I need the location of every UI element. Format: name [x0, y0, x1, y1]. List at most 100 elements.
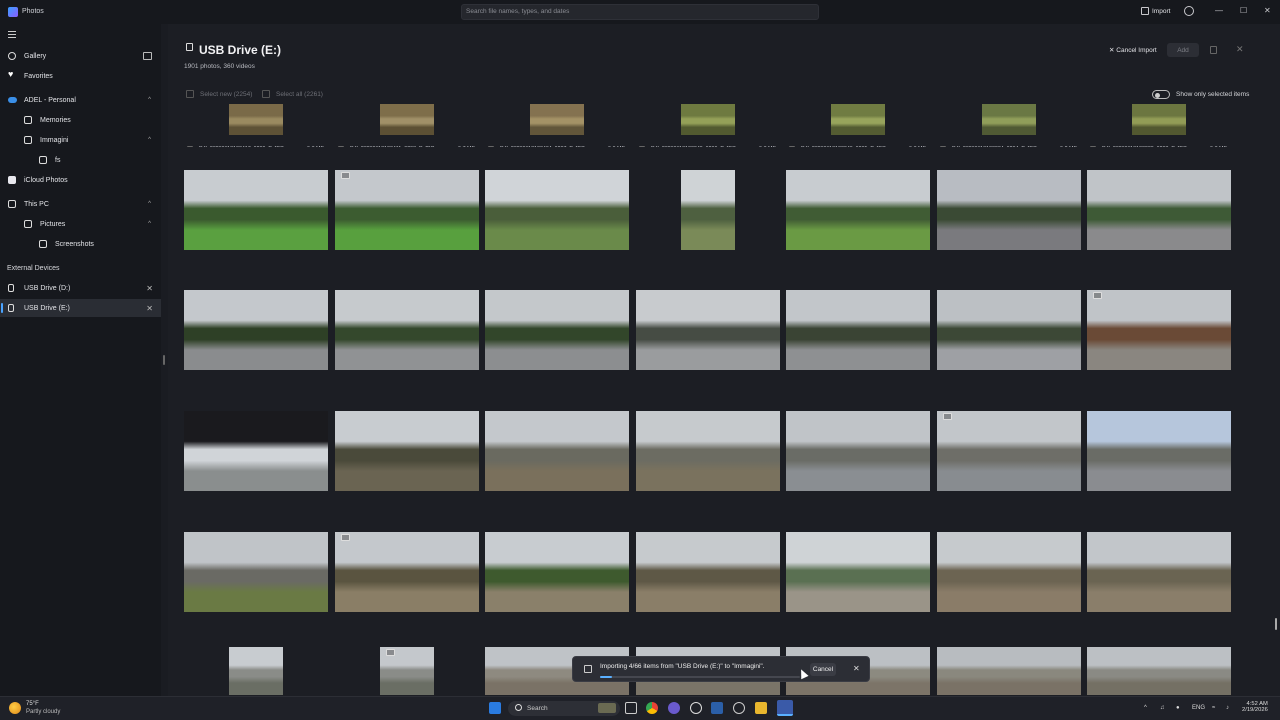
photo-tile[interactable] [1087, 647, 1231, 695]
photo-thumbnail[interactable] [786, 170, 930, 250]
photo-tile[interactable]: DJI_20260113133002_0285_D.JPG5.6 MB [184, 290, 328, 382]
photo-thumbnail[interactable] [335, 170, 479, 250]
photo-tile[interactable]: DJI_20260113132801_0273_D.JPG5 MB [937, 411, 1081, 503]
photo-thumbnail[interactable] [335, 532, 479, 612]
messenger-icon[interactable] [668, 702, 680, 714]
volume-icon[interactable]: ♪ [1226, 705, 1229, 711]
chevron-up-icon[interactable]: ^ [148, 137, 151, 143]
cancel-button[interactable]: Cancel [810, 663, 836, 676]
add-button[interactable]: Add [1167, 43, 1199, 57]
sidebar-item-pictures[interactable]: Pictures ^ [0, 215, 161, 233]
sidebar-item-fs[interactable]: fs [0, 151, 161, 169]
photo-thumbnail[interactable] [937, 290, 1081, 370]
chevron-up-icon[interactable]: ^ [148, 201, 151, 207]
sidebar-resize-handle[interactable] [163, 355, 165, 365]
settings-icon[interactable] [733, 702, 745, 714]
photo-tile[interactable]: DJI_20260113132753_0271_D.JPG5.9 MB [184, 532, 328, 624]
photo-tile[interactable]: DJI_20260113132931_0280_D.MP46.6 MB [937, 290, 1081, 382]
photo-thumbnail[interactable] [1087, 411, 1231, 491]
close-toast-button[interactable]: ✕ [853, 664, 860, 673]
sidebar-item-usb-d[interactable]: USB Drive (D:) ✕ [0, 279, 161, 297]
close-window-button[interactable]: ✕ [1264, 6, 1271, 15]
select-checkbox[interactable] [1090, 146, 1096, 147]
gear-icon[interactable] [1184, 6, 1194, 16]
sidebar-item-this-pc[interactable]: This PC ^ [0, 195, 161, 213]
sidebar-item-memories[interactable]: Memories [0, 111, 161, 129]
photo-thumbnail[interactable] [937, 532, 1081, 612]
steam-icon[interactable] [711, 702, 723, 714]
photo-tile[interactable]: DJI_20260113133346_0295_D.JPG 5.3 MB [786, 104, 930, 147]
speaker-icon[interactable]: ♫ [1160, 705, 1165, 711]
photo-thumbnail[interactable] [1087, 170, 1231, 250]
photo-tile[interactable]: DJI_20260113132558_0267_D.JPG6.8 MB [786, 532, 930, 624]
photo-tile[interactable]: DJI_20260113133154_0288_D.JPG9.5 MB [786, 170, 930, 262]
select-all-checkbox[interactable]: Select all (2261) [262, 90, 323, 98]
task-view-icon[interactable] [625, 702, 637, 714]
photo-thumbnail[interactable] [335, 290, 479, 370]
photo-tile[interactable]: DJI_20260113133411_0298_D.JPG 5.7 MB [335, 104, 479, 147]
photo-tile[interactable]: DJI_20260113133309_0292_D.JPG7.8 MB [184, 170, 328, 262]
chevron-up-icon[interactable]: ^ [148, 97, 151, 103]
chevron-up-icon[interactable]: ^ [1144, 705, 1147, 711]
photos-taskbar-icon[interactable] [777, 700, 793, 716]
photo-tile[interactable]: DJI_20260113132819_0277_D.JPG4.6 MB [335, 411, 479, 503]
clock[interactable]: 4:52 AM 2/19/2026 [1242, 701, 1268, 713]
select-checkbox[interactable] [488, 146, 494, 147]
photo-thumbnail[interactable] [982, 104, 1036, 135]
photo-tile[interactable]: DJI_20260113132803_0274_D.JPG5.1 MB [786, 411, 930, 503]
photo-tile[interactable]: DJI_20260113132809_0275_D.JPG4.4 MB [636, 411, 780, 503]
photo-tile[interactable]: DJI_20260113133123_0287_D.JPG5.6 MB [937, 170, 1081, 262]
photo-thumbnail[interactable] [636, 411, 780, 491]
photo-thumbnail[interactable] [786, 532, 930, 612]
photo-tile[interactable]: DJI_20260113132940_0281_D.JPG5.2 MB [786, 290, 930, 382]
photo-tile[interactable]: DJI_20260113132841_0278_D.MP449.6 MB [184, 411, 328, 503]
show-selected-toggle[interactable]: Show only selected items [1152, 90, 1249, 99]
photo-thumbnail[interactable] [184, 290, 328, 370]
photo-tile[interactable]: DJI_20260113133349_0296_D.JPG 5.3 MB [636, 104, 780, 147]
chrome-icon[interactable] [646, 702, 658, 714]
minimize-button[interactable]: — [1215, 6, 1223, 15]
photo-thumbnail[interactable] [229, 104, 283, 135]
sidebar-item-usb-e[interactable]: USB Drive (E:) ✕ [0, 299, 161, 317]
chevron-up-icon[interactable]: ^ [148, 221, 151, 227]
microphone-icon[interactable]: ● [1176, 705, 1180, 711]
weather-icon[interactable] [9, 702, 21, 714]
scrollbar[interactable] [1275, 618, 1277, 630]
photo-tile[interactable]: DJI_20260113133211_0290_D.MP4474.1 MB [485, 170, 629, 262]
select-checkbox[interactable] [789, 146, 795, 147]
photo-thumbnail[interactable] [831, 104, 885, 135]
sidebar-item-icloud[interactable]: iCloud Photos [0, 171, 161, 189]
photo-thumbnail[interactable] [681, 170, 735, 250]
sidebar-item-immagini[interactable]: Immagini ^ [0, 131, 161, 149]
trash-icon[interactable] [1210, 46, 1217, 54]
close-icon[interactable]: ✕ [1236, 44, 1244, 55]
photo-thumbnail[interactable] [937, 411, 1081, 491]
photo-thumbnail[interactable] [937, 170, 1081, 250]
photo-thumbnail[interactable] [335, 411, 479, 491]
maximize-button[interactable]: ☐ [1240, 6, 1247, 15]
photo-thumbnail[interactable] [937, 647, 1081, 695]
photo-thumbnail[interactable] [786, 290, 930, 370]
photo-tile[interactable]: DJI_20260113133256_0291_D.MP421.8 MB [335, 170, 479, 262]
language-indicator[interactable]: ENG [1192, 705, 1205, 711]
photo-thumbnail[interactable] [485, 290, 629, 370]
app-icon[interactable] [690, 702, 702, 714]
hamburger-icon[interactable] [8, 31, 16, 38]
photo-tile[interactable]: DJI_20260113133204_0289_D.JPG6.6 MB [636, 170, 780, 262]
photo-tile[interactable]: DJI_20260113133009_0286_D.JPG8 MB [1087, 170, 1231, 262]
photo-tile[interactable]: DJI_20260113132408_0265_D.JPG7.3 MB [1087, 532, 1231, 624]
photo-thumbnail[interactable] [184, 411, 328, 491]
photo-tile[interactable]: DJI_20260113132856_0279_D.MP4338.2 MB [1087, 290, 1231, 382]
photo-thumbnail[interactable] [485, 532, 629, 612]
photo-tile[interactable]: DJI_20260113133404_0297_D.JPG 5.9 MB [485, 104, 629, 147]
photo-thumbnail[interactable] [1132, 104, 1186, 135]
photo-thumbnail[interactable] [530, 104, 584, 135]
photo-tile[interactable]: DJI_20260113133334_0294_D.JPG 5.2 MB [937, 104, 1081, 147]
wifi-icon[interactable]: ≈ [1212, 705, 1215, 711]
photo-tile[interactable]: DJI_20260113132413_0266_D.MP495.3 MB [937, 532, 1081, 624]
photo-tile[interactable] [184, 647, 328, 695]
photo-thumbnail[interactable] [1087, 290, 1231, 370]
cancel-import-button[interactable]: ✕ Cancel Import [1109, 46, 1157, 54]
photo-tile[interactable]: DJI_20260113132955_0283_D.JPG7.7 MB [485, 290, 629, 382]
select-checkbox[interactable] [187, 146, 193, 147]
